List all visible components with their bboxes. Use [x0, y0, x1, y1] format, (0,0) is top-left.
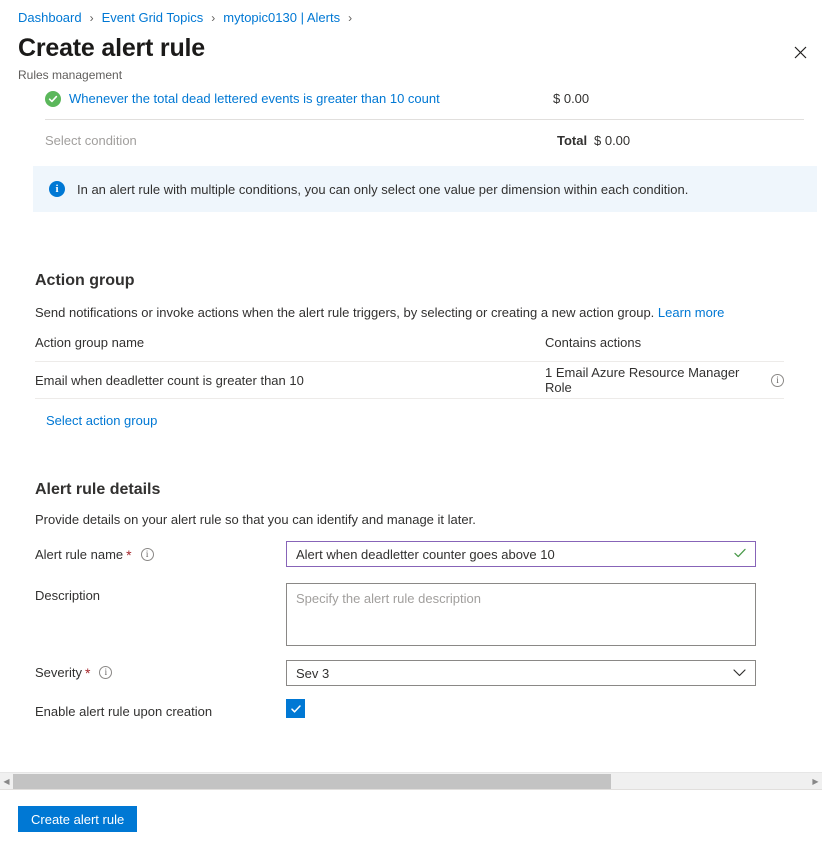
breadcrumb-separator-icon: ›: [90, 9, 94, 27]
action-group-table: Action group name Contains actions Email…: [35, 335, 784, 399]
alert-rule-name-label-text: Alert rule name: [35, 547, 123, 562]
page-subtitle: Rules management: [18, 67, 122, 83]
create-alert-rule-button[interactable]: Create alert rule: [18, 806, 137, 832]
action-group-description: Send notifications or invoke actions whe…: [35, 305, 724, 320]
condition-total-value: $ 0.00: [594, 133, 630, 148]
select-condition-row[interactable]: Select condition Total $ 0.00: [0, 120, 822, 160]
description-label: Description: [35, 588, 100, 603]
action-group-description-text: Send notifications or invoke actions whe…: [35, 305, 654, 320]
breadcrumb: Dashboard › Event Grid Topics › mytopic0…: [18, 9, 360, 27]
enable-alert-rule-label-text: Enable alert rule upon creation: [35, 704, 212, 719]
alert-rule-details-description: Provide details on your alert rule so th…: [35, 512, 476, 527]
breadcrumb-separator-icon: ›: [211, 9, 215, 27]
info-banner-text: In an alert rule with multiple condition…: [77, 182, 688, 197]
create-alert-rule-blade: Dashboard › Event Grid Topics › mytopic0…: [0, 0, 822, 842]
condition-rule-price: $ 0.00: [553, 91, 589, 106]
table-row[interactable]: Email when deadletter count is greater t…: [35, 362, 784, 399]
info-icon[interactable]: i: [771, 374, 784, 387]
scrollbar-track[interactable]: [13, 773, 809, 790]
condition-row[interactable]: Whenever the total dead lettered events …: [0, 84, 822, 113]
scroll-left-arrow-icon[interactable]: ◀: [0, 773, 13, 790]
required-marker: *: [85, 667, 90, 679]
check-circle-icon: [45, 91, 61, 107]
condition-total-label: Total: [557, 133, 587, 148]
alert-rule-details-heading: Alert rule details: [35, 481, 160, 499]
enable-alert-rule-label: Enable alert rule upon creation: [35, 704, 212, 719]
description-label-text: Description: [35, 588, 100, 603]
learn-more-link[interactable]: Learn more: [658, 305, 724, 320]
required-marker: *: [126, 549, 131, 561]
select-action-group-link[interactable]: Select action group: [46, 413, 157, 428]
severity-label-text: Severity: [35, 665, 82, 680]
enable-alert-rule-checkbox[interactable]: [286, 699, 305, 718]
action-group-heading: Action group: [35, 272, 135, 290]
condition-summary: Whenever the total dead lettered events …: [0, 84, 822, 160]
table-header-row: Action group name Contains actions: [35, 335, 784, 362]
info-icon: i: [49, 181, 65, 197]
description-textarea[interactable]: [286, 583, 756, 646]
breadcrumb-separator-icon: ›: [348, 9, 352, 27]
chevron-down-icon: [733, 666, 746, 681]
cell-contains-actions-text: 1 Email Azure Resource Manager Role: [545, 365, 765, 395]
page-title: Create alert rule: [18, 32, 205, 64]
breadcrumb-item-event-grid-topics[interactable]: Event Grid Topics: [102, 9, 204, 27]
cell-action-group-name: Email when deadletter count is greater t…: [35, 373, 545, 388]
close-icon[interactable]: [784, 36, 816, 68]
scrollbar-thumb[interactable]: [13, 774, 611, 789]
alert-rule-name-label: Alert rule name * i: [35, 547, 154, 562]
horizontal-scrollbar[interactable]: ◀ ▶: [0, 772, 822, 789]
info-icon[interactable]: i: [99, 666, 112, 679]
info-banner: i In an alert rule with multiple conditi…: [33, 166, 817, 212]
breadcrumb-item-dashboard[interactable]: Dashboard: [18, 9, 82, 27]
column-header-contains-actions: Contains actions: [545, 335, 784, 350]
condition-rule-link[interactable]: Whenever the total dead lettered events …: [69, 91, 440, 106]
select-condition-placeholder[interactable]: Select condition: [45, 133, 137, 148]
alert-rule-name-input[interactable]: [286, 541, 756, 567]
column-header-action-group-name: Action group name: [35, 335, 545, 350]
footer-bar: Create alert rule: [0, 789, 822, 842]
info-icon[interactable]: i: [141, 548, 154, 561]
scroll-right-arrow-icon[interactable]: ▶: [809, 773, 822, 790]
cell-contains-actions: 1 Email Azure Resource Manager Role i: [545, 365, 784, 395]
breadcrumb-item-mytopic-alerts[interactable]: mytopic0130 | Alerts: [223, 9, 340, 27]
severity-label: Severity * i: [35, 665, 112, 680]
severity-select[interactable]: Sev 3: [286, 660, 756, 686]
severity-selected-value: Sev 3: [296, 666, 329, 681]
